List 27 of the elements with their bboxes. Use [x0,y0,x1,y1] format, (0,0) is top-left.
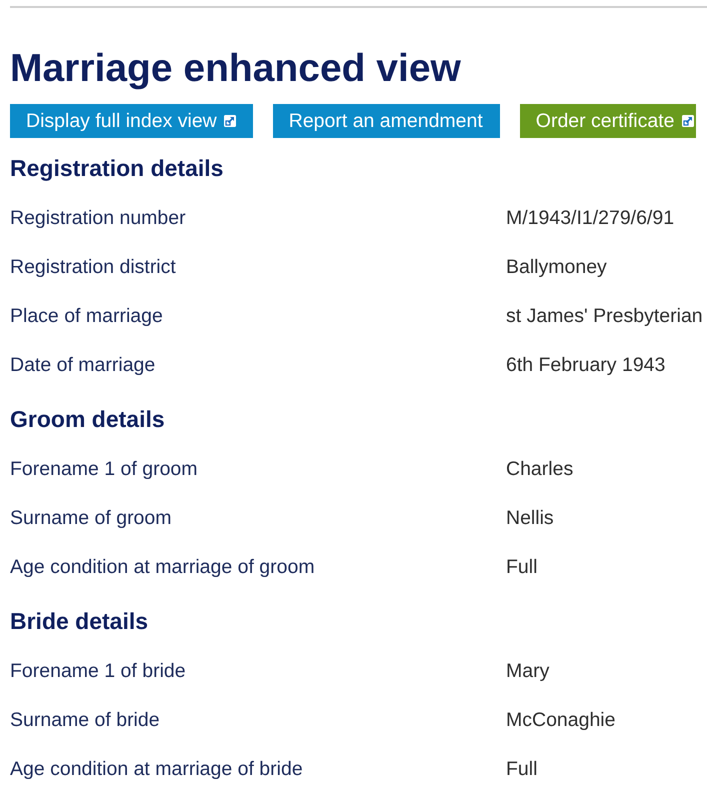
page-title: Marriage enhanced view [10,46,461,92]
field-value: Nellis [506,506,554,530]
section-heading: Bride details [10,607,148,635]
field-label: Forename 1 of bride [10,658,186,682]
field-label: Surname of groom [10,506,172,530]
field-label: Age condition at marriage of bride [10,756,303,780]
field-label: Age condition at marriage of groom [10,554,315,578]
field-label: Forename 1 of groom [10,456,198,480]
field-label: Place of marriage [10,304,163,328]
field-label: Surname of bride [10,708,160,732]
action-button[interactable]: Order certificate [520,104,696,138]
action-button[interactable]: Report an amendment [272,104,500,138]
field-value: Ballymoney [506,254,607,278]
field-value: Full [506,756,538,780]
section-heading: Registration details [10,154,224,182]
action-button[interactable]: Display full index view [10,104,253,138]
field-value: McConaghie [506,708,616,732]
field-label: Registration district [10,254,176,278]
field-value: st James' Presbyterian [506,304,703,328]
field-value: Full [506,554,538,578]
field-label: Registration number [10,206,186,230]
section-heading: Groom details [10,405,165,433]
field-value: Charles [506,456,574,480]
field-label: Date of marriage [10,352,156,376]
field-value: 6th February 1943 [506,352,666,376]
field-value: M/1943/I1/279/6/91 [506,206,674,230]
field-value: Mary [506,658,550,682]
